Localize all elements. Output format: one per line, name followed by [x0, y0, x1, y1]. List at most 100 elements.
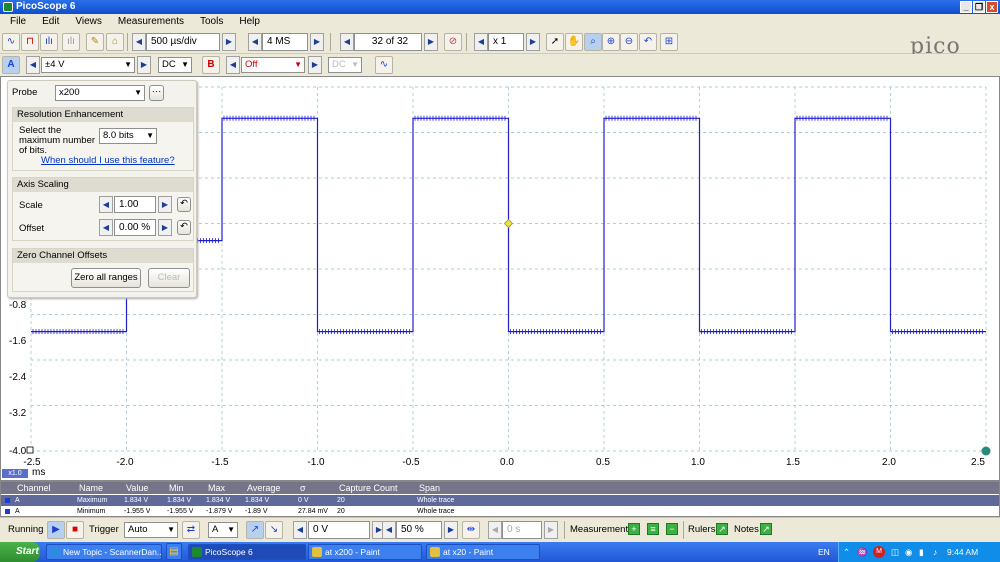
samples-prev-button[interactable]: ◀	[248, 33, 262, 51]
zoom-in-icon[interactable]: ⊕	[602, 33, 620, 51]
scale-input[interactable]: 1.00	[114, 196, 156, 213]
timebase-value[interactable]: 500 µs/div	[146, 33, 220, 51]
menu-views[interactable]: Views	[65, 14, 108, 30]
tray-expand-icon[interactable]: ⌃	[843, 542, 850, 562]
samples-value[interactable]: 4 MS	[262, 33, 308, 51]
delay-input[interactable]: 0 s	[502, 521, 542, 539]
range-b-prev-button[interactable]: ◀	[226, 56, 240, 74]
bar-mode-icon[interactable]: ılı	[62, 33, 80, 51]
offset-input[interactable]: 0.00 %	[114, 219, 156, 236]
coupling-a-select[interactable]: DC ▼	[158, 57, 192, 73]
probe-select[interactable]: x200 ▼	[55, 85, 145, 101]
zoom-fit-icon[interactable]: ⊞	[660, 33, 678, 51]
pretrigger-prev-button[interactable]: ◀	[382, 521, 396, 539]
delay-next-button[interactable]: ▶	[544, 521, 558, 539]
probe-edit-button[interactable]: ···	[149, 85, 164, 101]
timebase-prev-button[interactable]: ◀	[132, 33, 146, 51]
offset-next-button[interactable]: ▶	[158, 219, 172, 236]
channel-a-options-button[interactable]: A	[2, 56, 20, 74]
home-icon[interactable]: ⌂	[106, 33, 124, 51]
threshold-prev-button[interactable]: ◀	[293, 521, 307, 539]
tray-clock[interactable]: 9:44 AM	[947, 542, 978, 562]
table-row[interactable]: A Maximum 1.834 V 1.834 V 1.834 V 1.834 V 0 V 2…	[1, 495, 999, 506]
zoom-next-button[interactable]: ▶	[526, 33, 540, 51]
channel-b-options-button[interactable]: B	[202, 56, 220, 74]
math-channels-icon[interactable]: ∿	[375, 56, 393, 74]
pointer-icon[interactable]: ➚	[546, 33, 564, 51]
pretrigger-next-button[interactable]: ▶	[444, 521, 458, 539]
persistence-mode-icon[interactable]: ⊓	[21, 33, 39, 51]
tray-app-icon[interactable]: ♒	[857, 542, 868, 562]
scale-prev-button[interactable]: ◀	[99, 196, 113, 213]
buffer-prev-button[interactable]: ◀	[340, 33, 354, 51]
coupling-b-select[interactable]: DC ▼	[328, 57, 362, 73]
table-cell: A	[15, 497, 20, 504]
offset-reset-icon[interactable]: ↶	[177, 220, 191, 235]
task-browser[interactable]: New Topic - ScannerDan...	[46, 544, 162, 560]
pretrigger-icon[interactable]: ⇹	[462, 521, 480, 539]
menu-measurements[interactable]: Measurements	[108, 14, 190, 30]
rising-edge-icon[interactable]: ↗	[246, 521, 264, 539]
scale-next-button[interactable]: ▶	[158, 196, 172, 213]
language-indicator[interactable]: EN	[818, 547, 830, 557]
task-paint-x200[interactable]: at x200 - Paint	[308, 544, 422, 560]
zero-all-ranges-button[interactable]: Zero all ranges	[71, 268, 141, 288]
timebase-next-button[interactable]: ▶	[222, 33, 236, 51]
stop-icon[interactable]: ■	[66, 521, 84, 539]
menu-help[interactable]: Help	[229, 14, 266, 30]
play-icon[interactable]: ▶	[47, 521, 65, 539]
tray-sound-icon[interactable]: ♪	[933, 542, 937, 562]
task-paint-x20[interactable]: at x20 - Paint	[426, 544, 540, 560]
range-b-next-button[interactable]: ▶	[308, 56, 322, 74]
rulers-icon[interactable]: ↗	[716, 523, 728, 535]
range-b-select[interactable]: Off ▼	[241, 57, 305, 73]
zoom-out-icon[interactable]: ⊖	[620, 33, 638, 51]
range-a-next-button[interactable]: ▶	[137, 56, 151, 74]
close-button[interactable]: x	[986, 1, 998, 13]
delay-prev-button[interactable]: ◀	[488, 521, 502, 539]
tray-network-icon[interactable]: ◉	[905, 542, 912, 562]
clear-button[interactable]: Clear	[148, 268, 190, 288]
edit-measurement-icon[interactable]: ≡	[647, 523, 659, 535]
probe-wand-icon[interactable]: ✎	[86, 33, 104, 51]
falling-edge-icon[interactable]: ↘	[265, 521, 283, 539]
threshold-input[interactable]: 0 V	[308, 521, 370, 539]
zoom-value[interactable]: x 1	[488, 33, 524, 51]
buffer-value[interactable]: 32 of 32	[354, 33, 422, 51]
tray-volume-icon[interactable]: ◫	[891, 542, 899, 562]
buffer-navigator-icon[interactable]: ⊘	[444, 33, 462, 51]
zoom-area-icon[interactable]: ⌕	[584, 33, 602, 51]
tray-power-icon[interactable]: ▮	[919, 542, 924, 562]
zoom-prev-button[interactable]: ◀	[474, 33, 488, 51]
table-row[interactable]: A Minimum -1.955 V -1.955 V -1.879 V -1.89 V 2…	[1, 506, 999, 517]
hand-icon[interactable]: ✋	[565, 33, 583, 51]
tray-gmail-icon[interactable]: M	[873, 546, 885, 558]
table-cell: 20	[337, 497, 345, 504]
samples-next-button[interactable]: ▶	[310, 33, 324, 51]
buffer-next-button[interactable]: ▶	[424, 33, 438, 51]
scale-reset-icon[interactable]: ↶	[177, 197, 191, 212]
menu-edit[interactable]: Edit	[32, 14, 65, 30]
trigger-channel-select[interactable]: A ▼	[208, 522, 238, 538]
folder-icon[interactable]: ▤	[166, 543, 182, 560]
menu-tools[interactable]: Tools	[190, 14, 229, 30]
task-picoscope[interactable]: PicoScope 6	[188, 544, 306, 560]
resolution-select[interactable]: 8.0 bits ▼	[99, 128, 157, 144]
spectrum-mode-icon[interactable]: ılı	[40, 33, 58, 51]
range-a-prev-button[interactable]: ◀	[26, 56, 40, 74]
add-measurement-icon[interactable]: +	[628, 523, 640, 535]
scope-mode-icon[interactable]: ∿	[2, 33, 20, 51]
menu-file[interactable]: File	[0, 14, 32, 30]
trigger-mode-select[interactable]: Auto ▼	[124, 522, 178, 538]
offset-prev-button[interactable]: ◀	[99, 219, 113, 236]
advanced-trigger-icon[interactable]: ⇄	[182, 521, 200, 539]
notes-icon[interactable]: ↗	[760, 523, 772, 535]
minimize-button[interactable]: _	[960, 1, 972, 13]
restore-button[interactable]: ❐	[973, 1, 985, 13]
range-a-select[interactable]: ±4 V ▼	[41, 57, 135, 73]
resolution-help-link[interactable]: When should I use this feature?	[41, 155, 175, 166]
start-button[interactable]: Start	[0, 542, 40, 562]
pretrigger-input[interactable]: 50 %	[396, 521, 442, 539]
delete-measurement-icon[interactable]: −	[666, 523, 678, 535]
undo-zoom-icon[interactable]: ↶	[639, 33, 657, 51]
